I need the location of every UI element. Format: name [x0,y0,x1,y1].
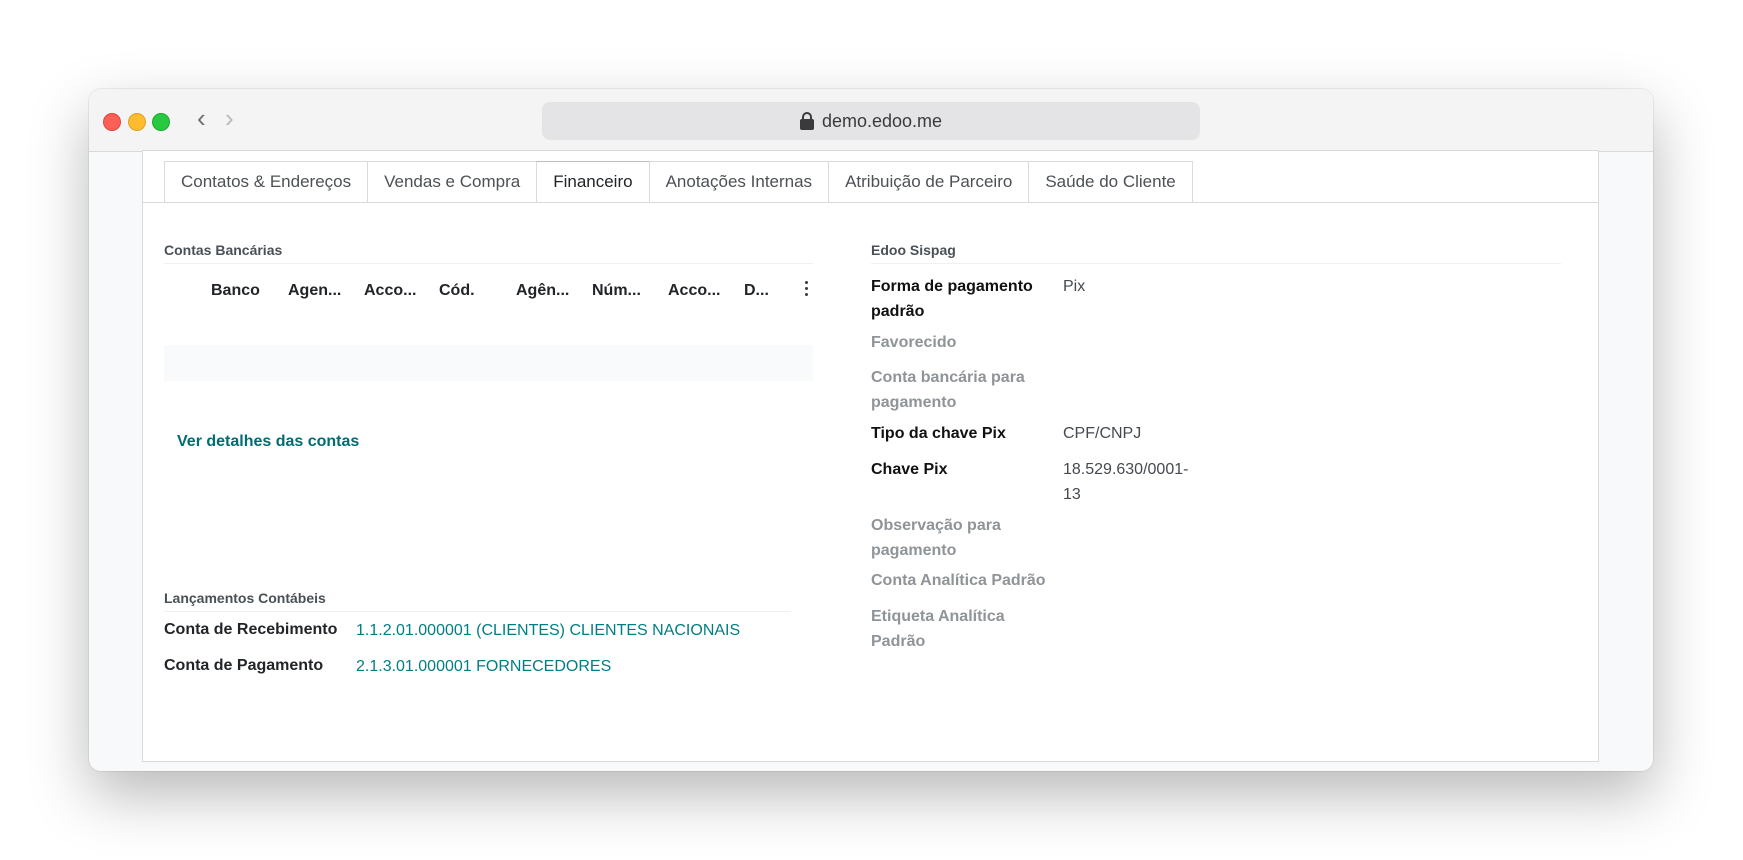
column-header-codigo[interactable]: Cód. [439,282,475,300]
form-sheet: Contatos & Endereços Vendas e Compra Fin… [142,150,1599,762]
view-account-details-link[interactable]: Ver detalhes das contas [177,433,359,451]
receivable-account-link[interactable]: 1.1.2.01.000001 (CLIENTES) CLIENTES NACI… [356,622,740,640]
back-arrow-icon[interactable]: ‹ [197,103,206,133]
tab-saude-cliente[interactable]: Saúde do Cliente [1028,161,1193,202]
pix-key-type-label: Tipo da chave Pix [871,425,1006,442]
payment-bank-account-label: Conta bancária para pagamento [871,369,1025,411]
column-header-d[interactable]: D... [744,282,769,300]
payable-account-link[interactable]: 2.1.3.01.000001 FORNECEDORES [356,658,611,676]
page-content: Contatos & Endereços Vendas e Compra Fin… [89,150,1653,771]
payable-account-label: Conta de Pagamento [164,657,324,674]
bank-accounts-title: Contas Bancárias [164,242,813,264]
payment-method-label: Forma de pagamento padrão [871,278,1033,320]
optional-columns-icon[interactable] [804,281,808,299]
tab-anotacoes-internas[interactable]: Anotações Internas [648,161,830,202]
address-bar[interactable]: demo.edoo.me [542,102,1200,140]
payment-method-value[interactable]: Pix [1063,274,1213,299]
receivable-account-label: Conta de Recebimento [164,621,338,638]
column-header-agencia[interactable]: Agen... [288,282,341,300]
column-header-agencia-2[interactable]: Agên... [516,282,569,300]
maximize-window-button[interactable] [152,113,170,131]
column-header-account[interactable]: Acco... [364,282,416,300]
payment-note-label: Observação para pagamento [871,517,1001,559]
pix-key-label: Chave Pix [871,461,948,478]
close-window-button[interactable] [103,113,121,131]
pix-key-value[interactable]: 18.529.630/0001-13 [1063,457,1203,507]
beneficiary-label: Favorecido [871,334,957,351]
column-header-numero[interactable]: Núm... [592,282,641,300]
lock-icon [799,112,814,130]
default-analytic-tag-label: Etiqueta Analítica Padrão [871,608,1005,650]
accounting-entries-title: Lançamentos Contábeis [164,590,791,612]
default-analytic-account-label: Conta Analítica Padrão [871,572,1046,589]
browser-titlebar: ‹ › demo.edoo.me [89,89,1653,152]
browser-window: ‹ › demo.edoo.me Contatos & Endereços Ve… [89,89,1653,771]
sispag-title: Edoo Sispag [871,242,1561,264]
column-header-account-2[interactable]: Acco... [668,282,720,300]
tab-atribuicao-parceiro[interactable]: Atribuição de Parceiro [828,161,1030,202]
url-text: demo.edoo.me [821,110,943,131]
tab-financeiro[interactable]: Financeiro [536,161,650,202]
notebook-tabs: Contatos & Endereços Vendas e Compra Fin… [164,161,1193,202]
table-empty-row [164,345,813,381]
tab-contatos-enderecos[interactable]: Contatos & Endereços [164,161,369,202]
tab-vendas-compra[interactable]: Vendas e Compra [367,161,538,202]
forward-arrow-icon[interactable]: › [225,103,234,133]
minimize-window-button[interactable] [128,113,146,131]
column-header-banco[interactable]: Banco [211,282,260,300]
tabs-divider [143,202,1598,203]
pix-key-type-value[interactable]: CPF/CNPJ [1063,421,1213,446]
